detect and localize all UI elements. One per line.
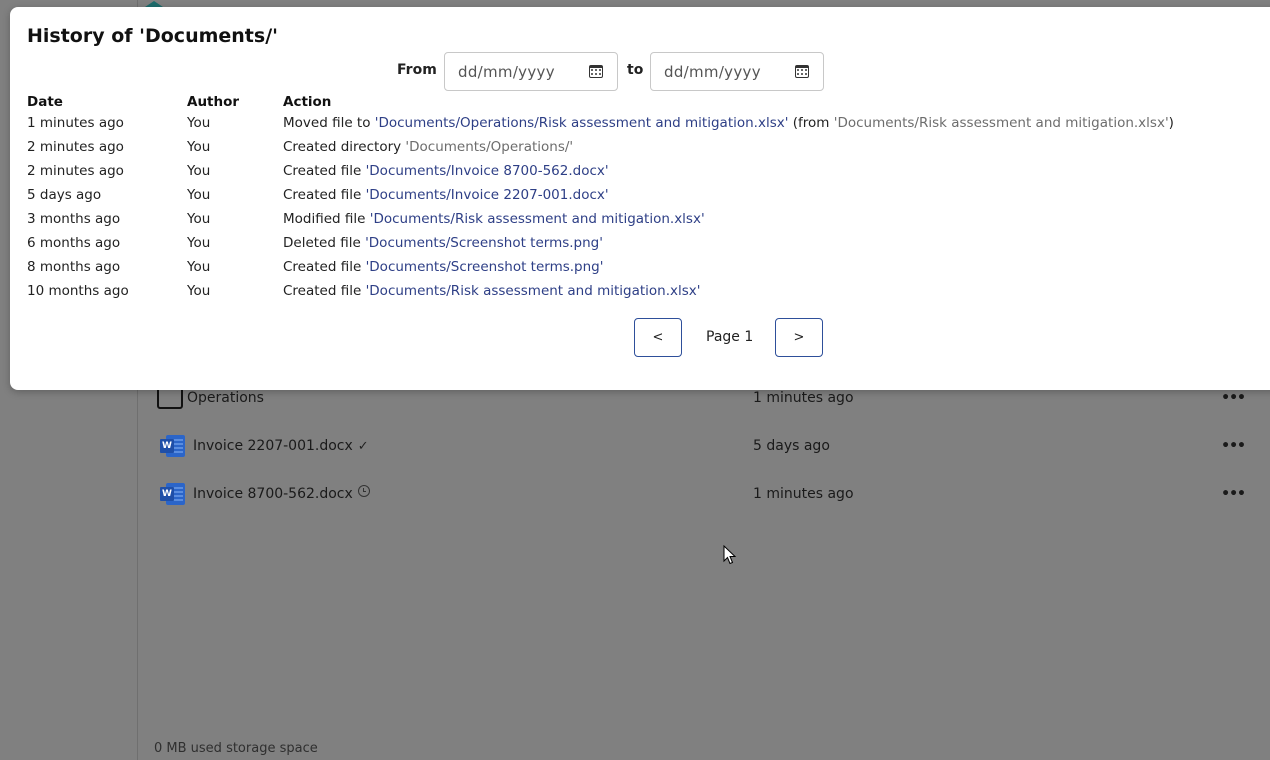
from-date-placeholder: dd/mm/yyyy	[458, 62, 555, 81]
file-modified-date: 5 days ago	[753, 438, 830, 454]
file-row-invoice-8700[interactable]: W Invoice 8700-562.docx 1 minutes ago ••…	[157, 478, 1257, 510]
to-date-placeholder: dd/mm/yyyy	[664, 62, 761, 81]
table-row: 8 months ago You Created file 'Documents…	[27, 255, 1174, 279]
target-path-link[interactable]: 'Documents/Screenshot terms.png'	[366, 259, 604, 275]
action-text: Created file	[283, 283, 366, 299]
row-date: 1 minutes ago	[27, 115, 124, 131]
row-date: 3 months ago	[27, 211, 121, 227]
previous-page-button[interactable]: <	[634, 318, 682, 357]
to-date-input[interactable]: dd/mm/yyyy	[650, 52, 824, 91]
file-name: Operations	[187, 390, 264, 406]
row-date: 5 days ago	[27, 187, 102, 203]
target-path-link[interactable]: 'Documents/Operations/Risk assessment an…	[375, 115, 789, 131]
row-action: Moved file to 'Documents/Operations/Risk…	[283, 111, 1174, 135]
row-action: Deleted file 'Documents/Screenshot terms…	[283, 231, 1174, 255]
file-row-invoice-2207[interactable]: W Invoice 2207-001.docx ✓ 5 days ago •••	[157, 430, 1257, 462]
file-name: Invoice 8700-562.docx	[193, 486, 353, 502]
target-path-link[interactable]: 'Documents/Operations/'	[405, 139, 573, 155]
table-row: 6 months ago You Deleted file 'Documents…	[27, 231, 1174, 255]
row-action: Created file 'Documents/Risk assessment …	[283, 279, 1174, 303]
row-author: You	[187, 163, 211, 179]
calendar-icon[interactable]	[589, 65, 603, 78]
row-date: 2 minutes ago	[27, 139, 124, 155]
action-text: Deleted file	[283, 235, 366, 251]
row-author: You	[187, 187, 211, 203]
modal-title: History of 'Documents/'	[27, 25, 278, 47]
action-text: Moved file to	[283, 115, 375, 131]
target-path-link[interactable]: 'Documents/Invoice 2207-001.docx'	[366, 187, 609, 203]
row-author: You	[187, 139, 211, 155]
row-author: You	[187, 211, 211, 227]
table-row: 2 minutes ago You Created file 'Document…	[27, 159, 1174, 183]
table-row: 5 days ago You Created file 'Documents/I…	[27, 183, 1174, 207]
action-text: Modified file	[283, 211, 370, 227]
storage-usage: 0 MB used storage space	[154, 741, 318, 756]
target-path-link[interactable]: 'Documents/Invoice 8700-562.docx'	[366, 163, 609, 179]
row-date: 8 months ago	[27, 259, 121, 275]
more-options-icon[interactable]: •••	[1221, 438, 1246, 454]
row-author: You	[187, 235, 211, 251]
word-document-icon: W	[157, 433, 187, 459]
row-author: You	[187, 259, 211, 275]
table-row: 1 minutes ago You Moved file to 'Documen…	[27, 111, 1174, 135]
row-date: 2 minutes ago	[27, 163, 124, 179]
from-label: From	[397, 62, 437, 78]
row-date: 6 months ago	[27, 235, 121, 251]
file-modified-date: 1 minutes ago	[753, 390, 854, 406]
target-path-link[interactable]: 'Documents/Risk assessment and mitigatio…	[366, 283, 701, 299]
word-document-icon: W	[157, 481, 187, 507]
calendar-icon[interactable]	[795, 65, 809, 78]
row-action: Created directory 'Documents/Operations/…	[283, 135, 1174, 159]
file-modified-date: 1 minutes ago	[753, 486, 854, 502]
row-action: Created file 'Documents/Invoice 8700-562…	[283, 159, 1174, 183]
history-modal: History of 'Documents/' From dd/mm/yyyy …	[10, 7, 1270, 390]
table-header-row: Date Author Action	[27, 91, 1174, 111]
action-text: Created directory	[283, 139, 406, 155]
row-author: You	[187, 283, 211, 299]
to-label: to	[627, 62, 644, 78]
next-page-button[interactable]: >	[775, 318, 823, 357]
pending-clock-icon	[357, 485, 370, 497]
from-date-input[interactable]: dd/mm/yyyy	[444, 52, 618, 91]
source-path-link[interactable]: 'Documents/Risk assessment and mitigatio…	[834, 115, 1169, 131]
target-path-link[interactable]: 'Documents/Risk assessment and mitigatio…	[370, 211, 705, 227]
mouse-cursor-icon	[723, 545, 737, 565]
file-name: Invoice 2207-001.docx	[193, 438, 353, 454]
table-row: 10 months ago You Created file 'Document…	[27, 279, 1174, 303]
row-author: You	[187, 115, 211, 131]
row-action: Created file 'Documents/Screenshot terms…	[283, 255, 1174, 279]
action-text: Created file	[283, 259, 366, 275]
table-row: 2 minutes ago You Created directory 'Doc…	[27, 135, 1174, 159]
column-header-author: Author	[187, 93, 240, 110]
synced-check-icon: ✓	[357, 438, 369, 454]
action-text: Created file	[283, 163, 366, 179]
table-row: 3 months ago You Modified file 'Document…	[27, 207, 1174, 231]
action-extra-text: )	[1168, 115, 1174, 131]
more-options-icon[interactable]: •••	[1221, 486, 1246, 502]
history-table: Date Author Action 1 minutes ago You Mov…	[27, 91, 1174, 303]
column-header-action: Action	[283, 93, 332, 110]
folder-icon	[157, 387, 183, 409]
more-options-icon[interactable]: •••	[1221, 390, 1246, 406]
action-extra-text: (from	[788, 115, 834, 131]
row-date: 10 months ago	[27, 283, 129, 299]
row-action: Modified file 'Documents/Risk assessment…	[283, 207, 1174, 231]
row-action: Created file 'Documents/Invoice 2207-001…	[283, 183, 1174, 207]
action-text: Created file	[283, 187, 366, 203]
target-path-link[interactable]: 'Documents/Screenshot terms.png'	[365, 235, 603, 251]
column-header-date: Date	[27, 93, 63, 110]
page-indicator: Page 1	[706, 329, 754, 345]
